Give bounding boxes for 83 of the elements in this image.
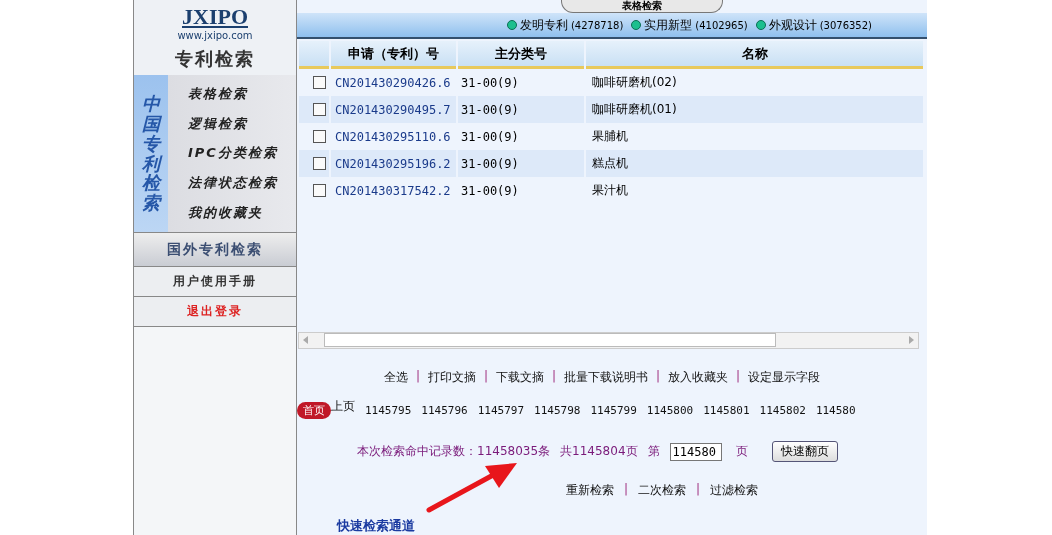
table-cell-text: 咖啡研磨机(02) bbox=[591, 74, 678, 92]
sidebar-item[interactable]: 逻辑检索 bbox=[168, 114, 296, 133]
table-cell: 31-00(9) bbox=[458, 96, 584, 124]
separator: | bbox=[736, 369, 741, 385]
sidebar-group-label: 中国专利检索 bbox=[134, 75, 168, 232]
table-cell-text: 果汁机 bbox=[591, 182, 629, 200]
page-number-link[interactable]: 1145797 bbox=[477, 404, 525, 417]
patent-number-link[interactable]: CN201430290426.6 bbox=[331, 69, 456, 97]
page-number-link[interactable]: 1145799 bbox=[590, 404, 637, 417]
page-count-text: 共1145804页 bbox=[560, 443, 638, 460]
patent-number-link[interactable]: CN201430295110.6 bbox=[331, 123, 456, 151]
legend-count: (4102965) bbox=[695, 19, 748, 31]
record-count-text: 本次检索命中记录数：11458035条 bbox=[357, 443, 551, 460]
sidebar-item[interactable]: 表格检索 bbox=[168, 84, 296, 103]
action-link[interactable]: 放入收藏夹 bbox=[668, 369, 729, 386]
status-dot-icon bbox=[755, 20, 766, 31]
first-page-button[interactable]: 首页 bbox=[297, 402, 331, 419]
separator: | bbox=[483, 369, 488, 385]
annotation-arrow-icon bbox=[425, 460, 520, 515]
page-number-link[interactable]: 1145801 bbox=[703, 404, 750, 417]
page-prefix-text: 第 bbox=[647, 443, 660, 460]
row-checkbox[interactable] bbox=[313, 130, 326, 144]
separator: | bbox=[415, 369, 420, 385]
horizontal-scrollbar[interactable] bbox=[298, 331, 919, 349]
sidebar-item[interactable]: 法律状态检索 bbox=[168, 174, 296, 193]
column-header: 名称 bbox=[586, 41, 923, 70]
page-suffix-text: 页 bbox=[735, 443, 748, 460]
status-dot-icon bbox=[506, 20, 517, 31]
page-number-link[interactable]: 1145802 bbox=[759, 404, 806, 417]
legend-label[interactable]: 发明专利 bbox=[519, 16, 568, 34]
sidebar-item[interactable]: 我的收藏夹 bbox=[168, 204, 296, 223]
table-cell: 糕点机 bbox=[586, 150, 923, 178]
row-checkbox[interactable] bbox=[313, 103, 326, 117]
search-link[interactable]: 二次检索 bbox=[638, 482, 686, 499]
page-number-link[interactable]: 114580 bbox=[815, 404, 856, 417]
row-checkbox[interactable] bbox=[313, 184, 326, 198]
legend-count: (4278718) bbox=[570, 19, 624, 31]
logout-link[interactable]: 退出登录 bbox=[134, 297, 296, 327]
separator: | bbox=[551, 369, 556, 385]
action-link[interactable]: 下载文摘 bbox=[495, 369, 544, 386]
logo-url: www.jxipo.com bbox=[177, 30, 253, 41]
scrollbar-thumb[interactable] bbox=[324, 333, 776, 348]
row-checkbox[interactable] bbox=[313, 76, 326, 90]
table-cell: 31-00(9) bbox=[458, 150, 584, 178]
patent-number-link[interactable]: CN201430295196.2 bbox=[331, 150, 456, 178]
patent-number-link[interactable]: CN201430317542.2 bbox=[331, 177, 456, 205]
page-number-link[interactable]: 1145795 bbox=[365, 404, 412, 417]
table-cell-text: 31-00(9) bbox=[460, 182, 520, 200]
legend-label[interactable]: 实用新型 bbox=[644, 16, 693, 34]
search-link[interactable]: 重新检索 bbox=[565, 482, 614, 499]
separator: | bbox=[623, 482, 628, 498]
table-cell-text: 果脯机 bbox=[591, 128, 629, 146]
patent-number-link[interactable]: CN201430290495.7 bbox=[331, 96, 456, 124]
separator: | bbox=[696, 482, 701, 498]
table-cell-text: 31-00(9) bbox=[460, 128, 520, 146]
quick-jump-button[interactable]: 快速翻页 bbox=[771, 441, 838, 462]
page-number-link[interactable]: 1145800 bbox=[646, 404, 694, 417]
page-input[interactable]: 114580 bbox=[669, 442, 722, 461]
table-cell-text: 31-00(9) bbox=[460, 74, 520, 92]
top-tab[interactable]: 表格检索 bbox=[561, 0, 723, 13]
section-title: 快速检索通道 bbox=[337, 517, 416, 535]
separator: | bbox=[656, 369, 661, 385]
action-link[interactable]: 打印文摘 bbox=[427, 369, 476, 386]
table-cell: 咖啡研磨机(01) bbox=[586, 96, 923, 124]
legend-label[interactable]: 外观设计 bbox=[768, 16, 817, 34]
logo-subtitle: 专利检索 bbox=[175, 47, 255, 71]
row-checkbox[interactable] bbox=[313, 157, 326, 171]
action-link[interactable]: 设定显示字段 bbox=[748, 369, 821, 386]
sidebar-item[interactable]: IPC分类检索 bbox=[168, 144, 296, 163]
sidebar-section[interactable]: 用户使用手册 bbox=[134, 267, 296, 297]
status-dot-icon bbox=[631, 20, 642, 31]
sidebar-section[interactable]: 国外专利检索 bbox=[134, 233, 296, 267]
column-header: 申请（专利）号 bbox=[331, 41, 456, 70]
page-number-link[interactable]: 1145796 bbox=[421, 404, 468, 417]
page-number-link[interactable]: 1145798 bbox=[534, 404, 581, 417]
previous-page-link[interactable]: 上页 bbox=[331, 398, 355, 415]
column-header bbox=[299, 41, 329, 70]
search-link[interactable]: 过滤检索 bbox=[710, 482, 759, 499]
column-header: 主分类号 bbox=[458, 41, 584, 70]
action-link[interactable]: 全选 bbox=[383, 369, 408, 386]
legend-count: (3076352) bbox=[819, 19, 872, 31]
action-link[interactable]: 批量下载说明书 bbox=[564, 369, 648, 386]
logo-title: JXIPO bbox=[182, 8, 248, 28]
